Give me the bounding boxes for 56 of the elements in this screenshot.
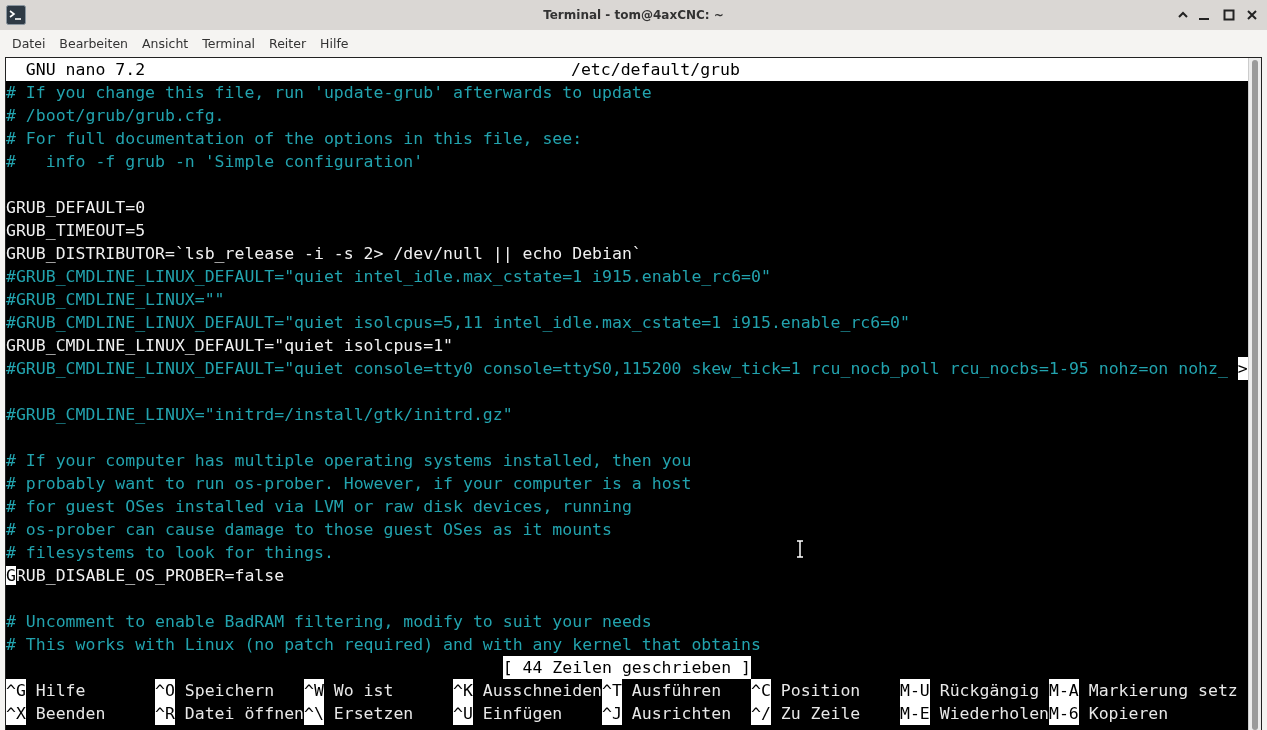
text-cursor-icon — [796, 540, 804, 558]
shortcut[interactable]: ^O Speichern — [155, 679, 304, 702]
code-line: GRUB_DEFAULT=0 — [6, 197, 146, 219]
shortcut[interactable]: ^X Beenden — [6, 702, 155, 725]
scrollbar-thumb[interactable] — [1251, 60, 1258, 730]
comment-line: # This works with Linux (no patch required) and with any kernel that obtains — [6, 634, 761, 656]
status-message: [ 44 Zeilen geschrieben ] — [502, 656, 752, 679]
shortcut[interactable]: ^/ Zu Zeile — [751, 702, 900, 725]
comment-line: #GRUB_CMDLINE_LINUX_DEFAULT="quiet isolcpus=5,11 intel_idle.max_cstate=1 i915.enable_rc6=0" — [6, 312, 910, 334]
comment-line: #GRUB_CMDLINE_LINUX_DEFAULT="quiet console=tty0 console=ttyS0,115200 skew_tick=1 rcu_nocb_poll rcu_nocbs=1-95 nohz=on nohz_ — [6, 358, 1228, 380]
comment-line: # Uncomment to enable BadRAM filtering, modify to suit your needs — [6, 611, 652, 633]
shortcut[interactable]: M-6 Kopieren — [1049, 702, 1248, 725]
maximize-button[interactable] — [1222, 8, 1236, 22]
code-line: GRUB_DISTRIBUTOR=`lsb_release -i -s 2> /dev/null || echo Debian` — [6, 243, 642, 265]
shortcut[interactable]: ^J Ausrichten — [602, 702, 751, 725]
menu-item[interactable]: Terminal — [195, 35, 263, 51]
shortcut[interactable]: ^G Hilfe — [6, 679, 155, 702]
code-line: GRUB_DISABLE_OS_PROBER=false — [6, 565, 285, 587]
shortcut[interactable]: M-A Markierung setz — [1049, 679, 1248, 702]
comment-line: # info -f grub -n 'Simple configuration' — [6, 151, 424, 173]
shortcut[interactable]: M-U Rückgängig — [900, 679, 1049, 702]
comment-line: # /boot/grub/grub.cfg. — [6, 105, 225, 127]
menu-item[interactable]: Bearbeiten — [52, 35, 136, 51]
comment-line: # For full documentation of the options in this file, see: — [6, 128, 583, 150]
menu-item[interactable]: Datei — [5, 35, 53, 51]
code-line: GRUB_TIMEOUT=5 — [6, 220, 146, 242]
maximize-icon — [1222, 8, 1236, 22]
code-line: GRUB_CMDLINE_LINUX_DEFAULT="quiet isolcpus=1" — [6, 335, 454, 357]
overflow-marker: > — [1237, 357, 1248, 380]
shortcut[interactable]: ^T Ausführen — [602, 679, 751, 702]
minimize-icon — [1199, 18, 1209, 20]
shortcut[interactable]: ^K Ausschneiden — [453, 679, 602, 702]
shortcut[interactable]: ^\ Ersetzen — [304, 702, 453, 725]
shortcut[interactable]: ^W Wo ist — [304, 679, 453, 702]
shortcut[interactable]: ^R Datei öffnen — [155, 702, 304, 725]
comment-line: # filesystems to look for things. — [6, 542, 334, 564]
shortcut[interactable]: ^U Einfügen — [453, 702, 602, 725]
comment-line: # If your computer has multiple operating systems installed, then you — [6, 450, 692, 472]
comment-line: #GRUB_CMDLINE_LINUX_DEFAULT="quiet intel_idle.max_cstate=1 i915.enable_rc6=0" — [6, 266, 771, 288]
shortcut[interactable]: ^C Position — [751, 679, 900, 702]
close-button[interactable] — [1245, 8, 1259, 22]
menu-item[interactable]: Ansicht — [135, 35, 196, 51]
comment-line: # If you change this file, run 'update-grub' afterwards to update — [6, 82, 652, 104]
comment-line: # for guest OSes installed via LVM or raw disk devices, running — [6, 496, 632, 518]
terminal-icon — [6, 5, 26, 25]
file-name: /etc/default/grub — [571, 59, 740, 81]
comment-line: #GRUB_CMDLINE_LINUX="initrd=/install/gtk/initrd.gz" — [6, 404, 513, 426]
menu-item[interactable]: Reiter — [262, 35, 314, 51]
editor-version: GNU nano 7.2 — [25, 59, 146, 81]
scrollbar[interactable] — [1247, 58, 1261, 730]
close-icon — [1245, 8, 1259, 22]
menu-item[interactable]: Hilfe — [313, 35, 356, 51]
comment-line: # probably want to run os-prober. However, if your computer is a host — [6, 473, 692, 495]
comment-line: # os-prober can cause damage to those guest OSes as it mounts — [6, 519, 612, 541]
comment-line: #GRUB_CMDLINE_LINUX="" — [6, 289, 225, 311]
window-title: Terminal - tom@4axCNC: ~ — [543, 8, 724, 22]
